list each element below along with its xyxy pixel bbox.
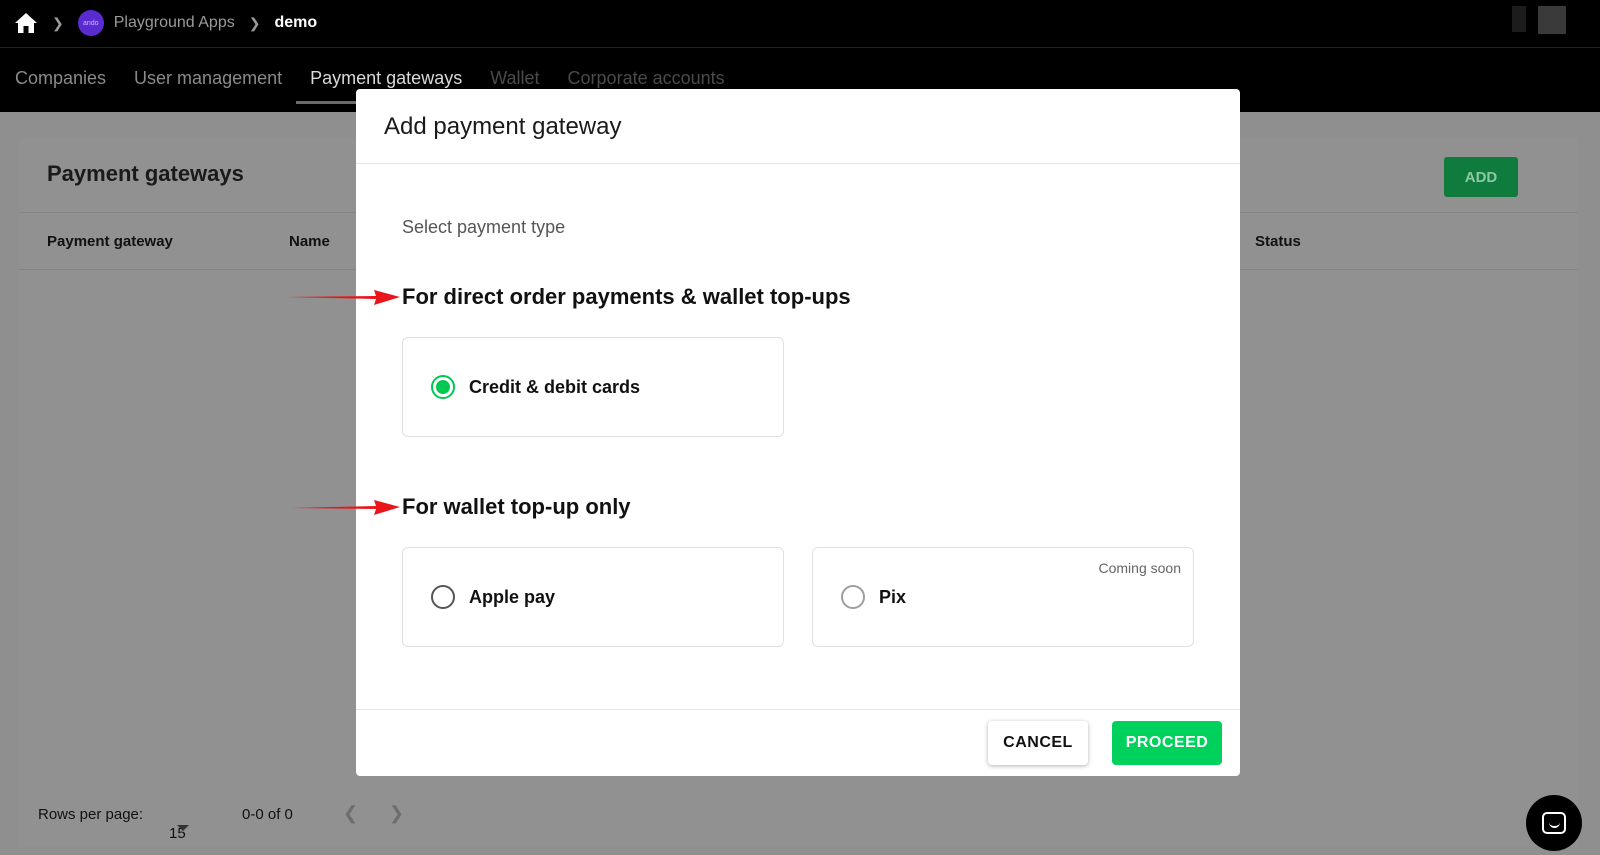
- breadcrumb-org[interactable]: ando Playground Apps: [77, 10, 235, 36]
- account-image: [1512, 6, 1526, 32]
- page-title: Payment gateways: [47, 161, 244, 186]
- option-apple-pay[interactable]: Apple pay: [402, 547, 784, 647]
- tab-payment-gateways[interactable]: Payment gateways: [296, 68, 475, 104]
- main-tabs: Companies User management Payment gatewa…: [15, 68, 725, 104]
- chevron-right-icon[interactable]: ❯: [389, 803, 404, 824]
- tab-user-management[interactable]: User management: [134, 68, 282, 89]
- add-button[interactable]: ADD: [1444, 157, 1518, 197]
- annotation-arrow-icon: [286, 290, 400, 305]
- add-payment-gateway-dialog: Add payment gateway Select payment type …: [356, 89, 1240, 776]
- topbar-divider: [0, 47, 1600, 48]
- annotation-arrow-icon: [292, 500, 400, 515]
- dropdown-arrow-icon: [177, 825, 189, 831]
- option-label: Pix: [879, 586, 907, 607]
- option-pix[interactable]: Coming soon Pix: [812, 547, 1194, 647]
- proceed-button[interactable]: PROCEED: [1112, 721, 1222, 765]
- org-logo: ando: [77, 10, 104, 36]
- dialog-title: Add payment gateway: [384, 113, 622, 140]
- tab-wallet[interactable]: Wallet: [490, 68, 539, 89]
- column-name[interactable]: Name: [289, 233, 330, 250]
- chevron-right-icon: ❯: [248, 14, 261, 31]
- radio-credit-debit-cards[interactable]: [431, 375, 455, 399]
- column-status[interactable]: Status: [1255, 233, 1301, 250]
- radio-apple-pay[interactable]: [431, 585, 455, 609]
- tab-corporate-accounts[interactable]: Corporate accounts: [568, 68, 725, 89]
- rows-per-page-label: Rows per page:: [38, 806, 144, 823]
- chat-icon: [1542, 812, 1566, 834]
- tab-companies[interactable]: Companies: [15, 68, 106, 89]
- pagination-range: 0-0 of 0: [242, 806, 293, 823]
- option-credit-debit-cards[interactable]: Credit & debit cards: [402, 337, 784, 437]
- breadcrumb: ❯ ando Playground Apps ❯ demo: [14, 8, 317, 38]
- table-pagination: Rows per page: 15 0-0 of 0 ❮ ❯: [19, 787, 1578, 847]
- radio-pix[interactable]: [841, 585, 865, 609]
- option-label: Credit & debit cards: [469, 376, 641, 397]
- chat-launcher-button[interactable]: [1526, 795, 1582, 851]
- column-payment-gateway[interactable]: Payment gateway: [47, 233, 173, 250]
- chevron-left-icon[interactable]: ❮: [343, 803, 358, 824]
- home-icon[interactable]: [14, 12, 38, 34]
- dialog-header-divider: [356, 163, 1240, 164]
- user-area[interactable]: [1512, 6, 1566, 34]
- cancel-button[interactable]: CANCEL: [988, 721, 1088, 765]
- coming-soon-badge: Coming soon: [1098, 560, 1182, 576]
- select-payment-type-label: Select payment type: [402, 217, 566, 237]
- option-label: Apple pay: [469, 586, 556, 607]
- section-wallet-topup-heading: For wallet top-up only: [402, 494, 631, 519]
- section-direct-payments-heading: For direct order payments & wallet top-u…: [402, 284, 851, 309]
- dialog-footer-divider: [356, 709, 1240, 710]
- breadcrumb-org-label: Playground Apps: [113, 14, 235, 31]
- breadcrumb-current: demo: [274, 14, 318, 31]
- chevron-right-icon: ❯: [52, 14, 64, 31]
- avatar[interactable]: [1538, 6, 1566, 34]
